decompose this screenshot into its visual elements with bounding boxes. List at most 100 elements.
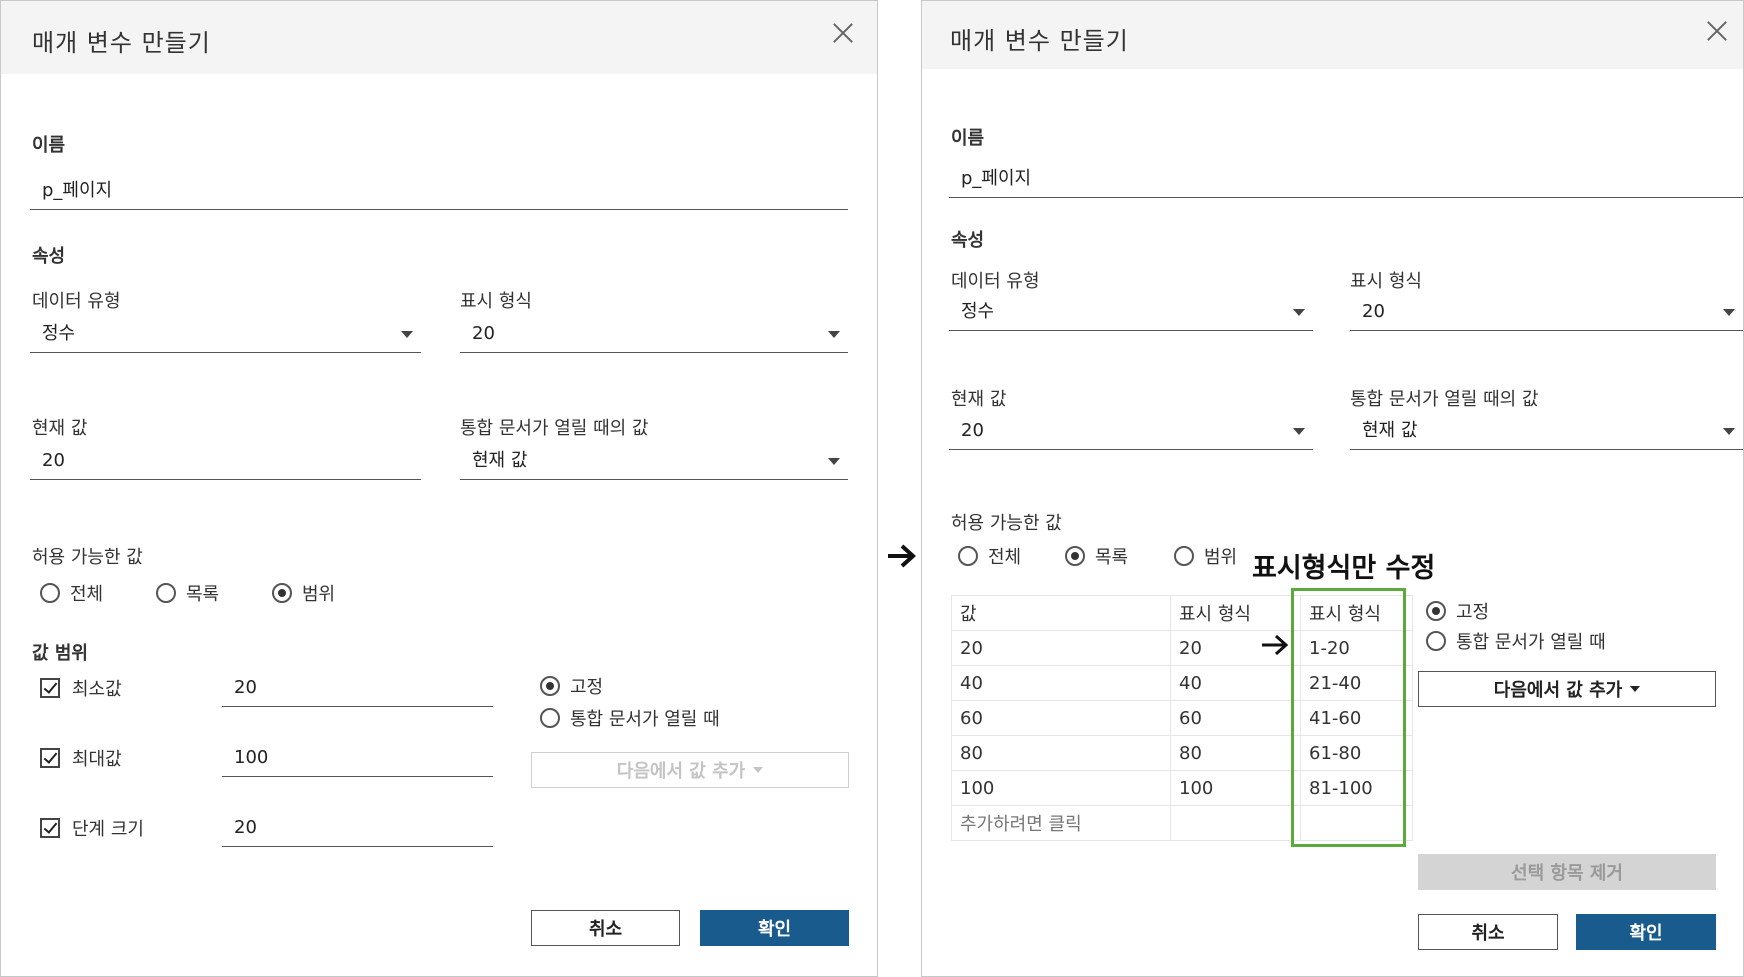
radio-fixed[interactable]: 고정	[540, 673, 603, 699]
radio-circle-selected	[272, 583, 292, 603]
radio-all-label: 전체	[70, 584, 104, 605]
cell-display-new[interactable]: 61-80	[1300, 735, 1413, 771]
table-row[interactable]: 80 80 61-80	[951, 735, 1413, 771]
step-size-label: 단계 크기	[72, 819, 144, 840]
dialog-title: 매개 변수 만들기	[32, 29, 211, 57]
table-row[interactable]: 100 100 81-100	[951, 770, 1413, 806]
open-value-text: 현재 값	[1362, 420, 1418, 441]
radio-range-label: 범위	[302, 584, 336, 605]
radio-circle-selected	[1426, 601, 1446, 621]
cell-value[interactable]: 40	[951, 665, 1171, 701]
cancel-button[interactable]: 취소	[1418, 914, 1558, 950]
table-row[interactable]: 60 60 41-60	[951, 700, 1413, 736]
chevron-down-icon	[1723, 309, 1735, 316]
checkbox-checked-icon	[40, 748, 60, 768]
name-label: 이름	[951, 128, 985, 149]
annotation-text: 표시형식만 수정	[1252, 553, 1436, 584]
radio-all-label: 전체	[988, 547, 1022, 568]
radio-list-label: 목록	[186, 584, 220, 605]
current-value-select[interactable]: 20	[949, 416, 1313, 450]
table-add-row[interactable]: 추가하려면 클릭	[951, 805, 1413, 841]
min-value-input[interactable]: 20	[222, 673, 493, 707]
chevron-down-icon	[828, 458, 840, 465]
table-header-row: 값 표시 형식 표시 형식	[951, 595, 1413, 631]
radio-circle	[156, 583, 176, 603]
chevron-down-icon	[401, 331, 413, 338]
add-row-hint[interactable]: 추가하려면 클릭	[951, 805, 1171, 841]
radio-all[interactable]: 전체	[958, 543, 1021, 569]
open-value-select[interactable]: 현재 값	[460, 446, 848, 480]
cell-display[interactable]: 80	[1170, 735, 1301, 771]
open-value-label: 통합 문서가 열릴 때의 값	[1350, 389, 1539, 410]
radio-list-label: 목록	[1095, 547, 1129, 568]
properties-label: 속성	[951, 230, 985, 251]
add-values-from-label: 다음에서 값 추가	[1493, 680, 1623, 701]
data-type-value: 정수	[42, 323, 76, 344]
name-input[interactable]: p_페이지	[949, 164, 1743, 198]
left-create-parameter-dialog: 매개 변수 만들기 이름 p_페이지 속성 데이터 유형 정수 표시 형식 20…	[0, 0, 878, 977]
value-list-table: 값 표시 형식 표시 형식 20 20 1-20 40 40 21-40 60 …	[951, 595, 1413, 841]
radio-circle	[40, 583, 60, 603]
cell-display-new[interactable]: 41-60	[1300, 700, 1413, 736]
chevron-down-icon	[1293, 309, 1305, 316]
empty-cell	[1170, 805, 1301, 841]
cell-display-new[interactable]: 81-100	[1300, 770, 1413, 806]
step-size-input[interactable]: 20	[222, 813, 493, 847]
radio-range[interactable]: 범위	[1174, 543, 1237, 569]
add-values-from-button[interactable]: 다음에서 값 추가	[1418, 671, 1716, 707]
cell-display[interactable]: 40	[1170, 665, 1301, 701]
caret-down-icon	[1630, 686, 1641, 692]
properties-label: 속성	[32, 246, 66, 267]
cell-display-new[interactable]: 21-40	[1300, 665, 1413, 701]
radio-on-workbook-open[interactable]: 통합 문서가 열릴 때	[1426, 628, 1606, 654]
name-input[interactable]: p_페이지	[30, 176, 848, 210]
close-icon[interactable]	[1703, 17, 1731, 45]
cell-display[interactable]: 60	[1170, 700, 1301, 736]
cell-value[interactable]: 20	[951, 630, 1171, 666]
remove-selected-button[interactable]: 선택 항목 제거	[1418, 854, 1716, 890]
table-row[interactable]: 20 20 1-20	[951, 630, 1413, 666]
min-value-checkbox[interactable]: 최소값	[40, 675, 122, 701]
data-type-select[interactable]: 정수	[949, 297, 1313, 331]
display-format-select[interactable]: 20	[1350, 297, 1743, 331]
step-size-checkbox[interactable]: 단계 크기	[40, 815, 144, 841]
close-icon[interactable]	[829, 19, 857, 47]
max-value-checkbox[interactable]: 최대값	[40, 745, 122, 771]
data-type-select[interactable]: 정수	[30, 319, 421, 353]
display-format-select[interactable]: 20	[460, 319, 848, 353]
display-format-label: 표시 형식	[1350, 271, 1422, 292]
cell-value[interactable]: 60	[951, 700, 1171, 736]
radio-list[interactable]: 목록	[156, 580, 219, 606]
value-range-label: 값 범위	[32, 643, 88, 664]
chevron-down-icon	[1723, 428, 1735, 435]
open-value-select[interactable]: 현재 값	[1350, 416, 1743, 450]
cell-value[interactable]: 80	[951, 735, 1171, 771]
open-value-label: 통합 문서가 열릴 때의 값	[460, 418, 649, 439]
current-value-input[interactable]: 20	[30, 446, 421, 480]
allowable-values-label: 허용 가능한 값	[951, 513, 1062, 534]
data-type-value: 정수	[961, 301, 995, 322]
radio-circle	[958, 546, 978, 566]
radio-range-label: 범위	[1204, 547, 1238, 568]
radio-range[interactable]: 범위	[272, 580, 335, 606]
ok-button[interactable]: 확인	[1576, 914, 1716, 950]
ok-button[interactable]: 확인	[700, 910, 849, 946]
arrow-right-icon	[888, 544, 916, 568]
dialog-header: 매개 변수 만들기	[922, 1, 1743, 69]
radio-all[interactable]: 전체	[40, 580, 103, 606]
radio-on-workbook-open[interactable]: 통합 문서가 열릴 때	[540, 705, 720, 731]
cell-display-new[interactable]: 1-20	[1300, 630, 1413, 666]
radio-list[interactable]: 목록	[1065, 543, 1128, 569]
max-value-input[interactable]: 100	[222, 743, 493, 777]
add-values-from-button[interactable]: 다음에서 값 추가	[531, 752, 849, 788]
radio-circle	[540, 708, 560, 728]
caret-down-icon	[753, 767, 764, 773]
cell-value[interactable]: 100	[951, 770, 1171, 806]
header-value: 값	[951, 595, 1171, 631]
current-value-label: 현재 값	[32, 418, 88, 439]
fixed-label: 고정	[1456, 602, 1490, 623]
cell-display[interactable]: 100	[1170, 770, 1301, 806]
table-row[interactable]: 40 40 21-40	[951, 665, 1413, 701]
cancel-button[interactable]: 취소	[531, 910, 680, 946]
radio-fixed[interactable]: 고정	[1426, 598, 1489, 624]
